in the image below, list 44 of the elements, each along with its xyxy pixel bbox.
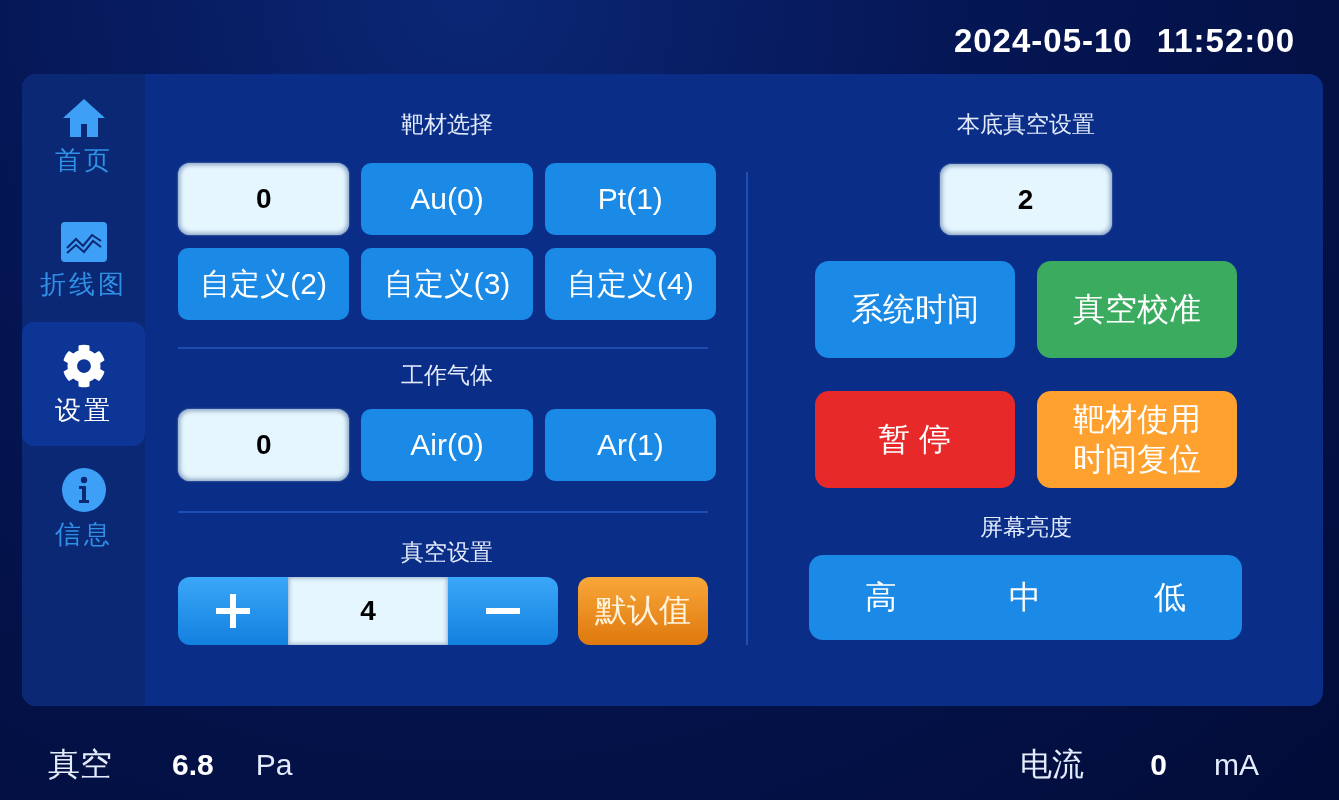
brightness-option[interactable]: 低 [1097,555,1242,640]
brightness-option[interactable]: 高 [809,555,954,640]
action-button[interactable]: 暂 停 [814,391,1015,488]
status-label: 真空 [48,745,112,784]
brightness-option[interactable]: 中 [953,555,1098,640]
plus-icon [216,594,250,628]
line-chart-icon [60,222,107,262]
gas-option-button[interactable]: Ar(1) [544,409,716,481]
status-value: 6.8 [172,748,214,782]
status-value: 0 [1150,748,1167,782]
value-field[interactable]: 2 [939,164,1112,235]
value-field[interactable]: 0 [178,409,350,481]
action-button[interactable]: 靶材使用时间复位 [1036,391,1237,488]
sidebar-item[interactable]: 首页 [22,74,145,198]
home-icon [61,98,106,138]
section-title: 工作气体 [401,361,493,390]
time-text: 11:52:00 [1156,23,1295,57]
value-field[interactable]: 4 [288,577,448,645]
sidebar-item[interactable]: 设置 [22,322,145,446]
target-option-button[interactable]: 自定义(2) [178,248,350,320]
info-icon [61,468,106,512]
decrement-button[interactable] [448,577,558,645]
target-option-button[interactable]: Pt(1) [544,163,716,235]
status-unit: Pa [255,748,293,782]
section-title: 屏幕亮度 [979,513,1072,542]
section-title: 真空设置 [401,538,493,567]
target-option-button[interactable]: 自定义(4) [544,248,716,320]
date-text: 2024-05-10 [953,23,1133,57]
sidebar-item[interactable]: 折线图 [22,198,145,322]
increment-button[interactable] [178,577,288,645]
sidebar-item[interactable]: 信息 [22,446,145,570]
target-option-button[interactable]: Au(0) [361,163,533,235]
action-button[interactable]: 系统时间 [814,261,1015,358]
section-title: 靶材选择 [401,110,493,139]
gas-option-button[interactable]: Air(0) [361,409,533,481]
status-unit: mA [1214,748,1259,782]
target-option-button[interactable]: 自定义(3) [361,248,533,320]
minus-icon [486,608,520,614]
status-label: 电流 [1020,745,1085,784]
value-field[interactable]: 0 [178,163,350,235]
settings-icon [61,344,106,388]
default-button[interactable]: 默认值 [578,577,708,645]
action-button[interactable]: 真空校准 [1036,261,1237,358]
section-title: 本底真空设置 [956,110,1095,139]
